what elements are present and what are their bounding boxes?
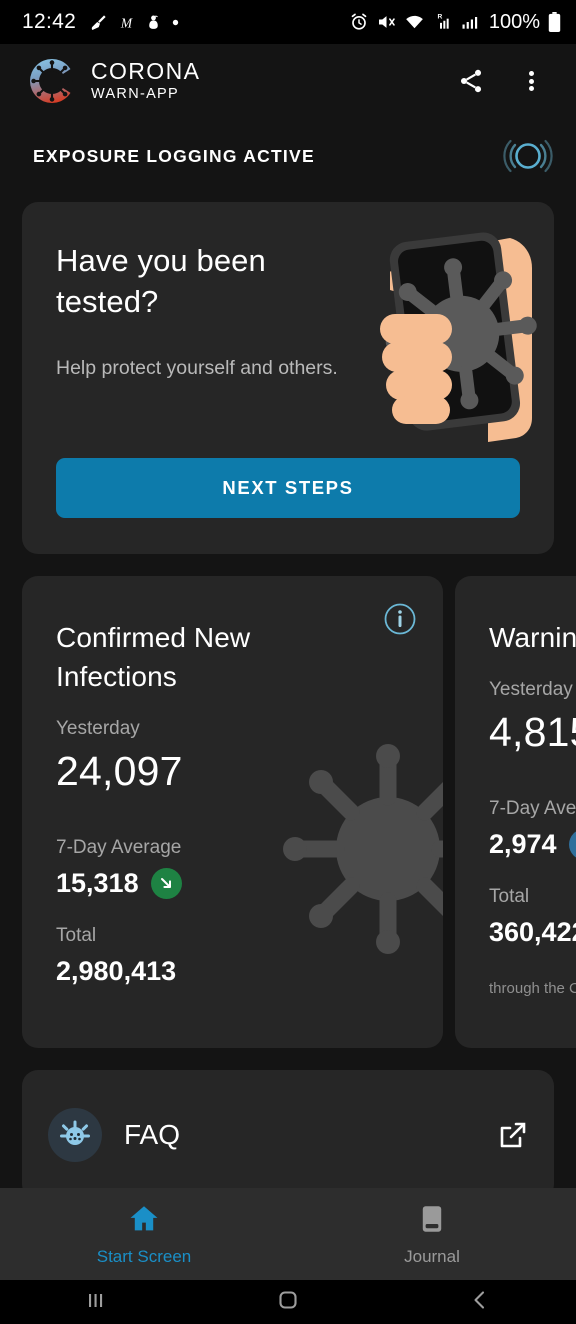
info-icon[interactable] (383, 602, 417, 636)
statistic-average-block: 7-Day Average 15,318 (56, 833, 413, 903)
home-icon (127, 1202, 161, 1241)
statistic-total-value: 360,422 (489, 917, 576, 947)
brand-line-2: WARN-APP (91, 86, 180, 103)
nav-item-journal[interactable]: Journal (288, 1188, 576, 1280)
statistic-average-value: 2,974 (489, 829, 557, 859)
back-chevron-icon (467, 1287, 493, 1318)
wifi-icon (406, 15, 423, 31)
have-you-been-tested-card[interactable]: Have you been tested? Help protect yours… (22, 202, 554, 554)
figure-icon (149, 14, 158, 29)
battery-icon (548, 11, 561, 32)
statistic-average-value: 15,318 (56, 868, 139, 898)
signal-icon (462, 17, 478, 29)
statistic-yesterday-label: Yesterday (56, 718, 140, 739)
statistic-yesterday-value: 4,815 (489, 709, 576, 755)
statistic-card-title: Warnings by App Users (489, 622, 576, 653)
status-bar: 12:42 M R 100% (0, 0, 576, 44)
statistic-total-value: 2,980,413 (56, 956, 177, 986)
corona-warn-app-logo-icon (26, 55, 78, 107)
statistic-total-label: Total (489, 886, 530, 907)
android-back-button[interactable] (384, 1287, 576, 1318)
svg-text:R: R (437, 14, 442, 21)
status-bar-system-icons: R 100% (349, 11, 562, 34)
arrow-down-right-icon (150, 867, 182, 899)
statistic-average-label: 7-Day Average (56, 837, 182, 858)
statistic-yesterday-label: Yesterday (489, 679, 573, 700)
statistic-total-label: Total (56, 925, 97, 946)
share-icon (460, 69, 482, 93)
broadcast-active-icon (502, 130, 554, 182)
android-home-button[interactable] (192, 1287, 384, 1318)
share-button[interactable] (454, 64, 488, 98)
android-navigation-bar (0, 1280, 576, 1324)
app-header: CORONA WARN-APP (0, 44, 576, 118)
home-square-icon (275, 1287, 301, 1318)
statistic-average-label: 7-Day Average (489, 798, 576, 819)
brand-line-1: CORONA (91, 58, 201, 85)
statistic-average-block: 7-Day Average 2,974 (489, 794, 576, 864)
statistic-footnote: through the Corona-Warn-App (489, 980, 576, 997)
virus-icon (48, 1108, 102, 1162)
scroll-content: Have you been tested? Help protect yours… (0, 202, 576, 1200)
alarm-icon (351, 13, 367, 30)
nav-label-journal: Journal (404, 1246, 460, 1266)
gmail-m-icon: M (120, 15, 133, 30)
faq-label: FAQ (124, 1119, 181, 1150)
faq-card[interactable]: FAQ (22, 1070, 554, 1200)
app-brand: CORONA WARN-APP (26, 55, 200, 107)
header-actions (454, 64, 556, 98)
hero-card-title: Have you been tested? (56, 243, 266, 319)
statistics-carousel[interactable]: Confirmed New Infections Yesterday 24,09… (0, 576, 576, 1048)
statistic-total-block: Total 360,422 (489, 882, 576, 952)
status-bar-notification-icons: M (89, 13, 180, 32)
statistic-card-warnings-by-app-users[interactable]: Warnings by App Users Yesterday 4,815 7-… (455, 576, 576, 1048)
android-recents-button[interactable] (0, 1287, 192, 1318)
statistic-yesterday-block: Yesterday 4,815 (489, 675, 576, 759)
brand-title-block: CORONA WARN-APP (91, 60, 200, 102)
statistic-card-title: Confirmed New Infections (56, 622, 251, 692)
svg-text:M: M (120, 15, 133, 30)
external-link-icon[interactable] (496, 1119, 528, 1151)
bottom-navigation-bar: Start Screen Journal (0, 1188, 576, 1280)
signal-roaming-icon: R (437, 14, 449, 29)
exposure-logging-label: EXPOSURE LOGGING ACTIVE (33, 145, 315, 166)
statistic-yesterday-value: 24,097 (56, 748, 183, 794)
statistic-total-block: Total 2,980,413 (56, 921, 413, 991)
next-steps-button[interactable]: NEXT STEPS (56, 458, 520, 518)
hero-card-subtitle: Help protect yourself and others. (56, 357, 338, 379)
statistic-card-confirmed-new-infections[interactable]: Confirmed New Infections Yesterday 24,09… (22, 576, 443, 1048)
nav-item-start-screen[interactable]: Start Screen (0, 1188, 288, 1280)
mute-vibrate-icon (378, 16, 395, 28)
statistic-yesterday-block: Yesterday 24,097 (56, 714, 413, 798)
exposure-logging-row[interactable]: EXPOSURE LOGGING ACTIVE (0, 118, 576, 194)
app-screen: CORONA WARN-APP EXPOSURE LOGGING ACTIVE … (0, 44, 576, 1280)
broom-icon (91, 14, 106, 30)
kebab-menu-icon (528, 68, 534, 93)
dot-icon (172, 19, 179, 25)
hand-holding-phone-with-virus-illustration (360, 230, 554, 442)
overflow-menu-button[interactable] (514, 64, 548, 98)
status-bar-clock: 12:42 (22, 10, 77, 33)
nav-label-start-screen: Start Screen (96, 1246, 192, 1266)
book-icon (415, 1202, 449, 1241)
arrow-right-icon (568, 828, 576, 860)
battery-percent-label: 100% (488, 10, 540, 33)
recents-icon (83, 1287, 109, 1318)
